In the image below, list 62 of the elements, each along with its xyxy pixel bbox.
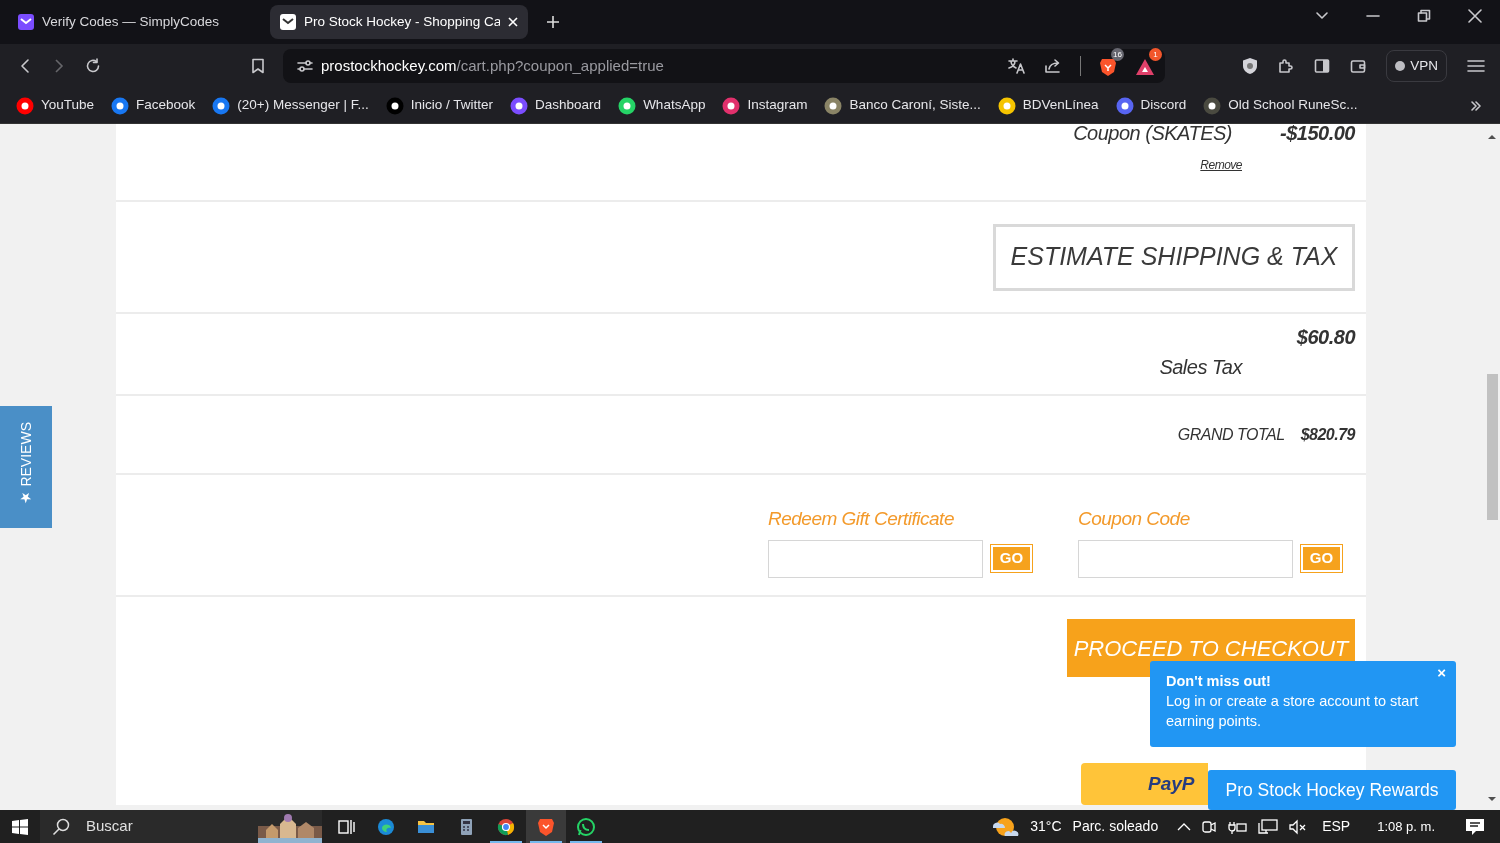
wallet-icon[interactable] <box>1350 58 1367 74</box>
bookmark[interactable]: WhatsApp <box>618 95 706 116</box>
bookmark[interactable]: BDVenLínea <box>997 95 1099 116</box>
bookmark[interactable]: Inicio / Twitter <box>385 95 494 116</box>
estimate-shipping-button[interactable]: ESTIMATE SHIPPING & TAX <box>993 223 1355 291</box>
vpn-button[interactable]: VPN <box>1386 50 1447 82</box>
text-field[interactable] <box>1078 539 1293 578</box>
shield-icon[interactable] <box>1242 57 1259 75</box>
search-icon <box>52 817 70 836</box>
count-badge: 16 <box>1111 48 1124 61</box>
field-label: Redeem Gift Certificate <box>768 507 955 531</box>
weather-text: Parc. soleado <box>1072 817 1159 836</box>
taskbar-button[interactable] <box>526 810 566 843</box>
sidebar-icon[interactable] <box>1314 58 1331 74</box>
reload-icon[interactable] <box>85 58 101 74</box>
grand-total-label: GRAND TOTAL <box>1177 424 1285 445</box>
language-text[interactable]: ESP <box>1322 816 1351 837</box>
bookmark[interactable]: Banco Caroní, Siste... <box>824 95 981 116</box>
bookmark-icon[interactable] <box>251 58 265 74</box>
chevrons-icon[interactable] <box>1470 99 1482 112</box>
tax-amount: $60.80 <box>1296 325 1355 350</box>
translate-icon[interactable] <box>1008 58 1026 74</box>
tax-label: Sales Tax <box>1159 355 1242 380</box>
chevron-up-icon[interactable] <box>1177 821 1192 832</box>
bookmark[interactable]: Instagram <box>722 95 808 116</box>
clock-text[interactable]: 1:08 p. m. <box>1377 816 1435 837</box>
bookmark[interactable]: Dashboard <box>510 95 602 116</box>
lion-shield-icon[interactable] <box>1099 56 1117 77</box>
paypal-button[interactable]: PayP <box>1081 763 1208 805</box>
speaker-muted-icon[interactable] <box>1289 818 1308 835</box>
search-field[interactable]: Buscar <box>40 810 322 843</box>
bookmark[interactable]: Discord <box>1115 95 1187 116</box>
browser-tab[interactable]: Verify Codes — SimplyCodes <box>8 5 266 39</box>
restore-icon[interactable] <box>1416 9 1431 23</box>
bookmark[interactable]: YouTube <box>16 95 95 116</box>
menu-icon[interactable] <box>1467 59 1485 73</box>
bookmark[interactable]: Old School RuneSc... <box>1203 95 1358 116</box>
url-text: prostockhockey.com/cart.php?coupon_applied=true <box>321 55 664 76</box>
bookmark[interactable]: (20+) Messenger | F... <box>212 95 369 116</box>
scrollbar-thumb[interactable] <box>1487 374 1498 520</box>
new-tab-icon[interactable] <box>546 15 560 29</box>
popup-message: Log in or create a store account to start earning points. <box>1166 692 1420 731</box>
address-bar[interactable]: prostockhockey.com/cart.php?coupon_applied=true 16 1 <box>283 49 1165 83</box>
windows-icon[interactable] <box>11 817 29 836</box>
puzzle-icon[interactable] <box>1278 58 1295 74</box>
close-icon[interactable] <box>1467 9 1482 23</box>
site-settings-icon[interactable] <box>297 59 313 73</box>
bookmark[interactable]: Facebook <box>111 95 196 116</box>
monitor-icon[interactable] <box>1258 818 1279 835</box>
field-label: Coupon Code <box>1078 507 1191 531</box>
count-badge: 1 <box>1149 48 1162 61</box>
status-dot-icon <box>1395 61 1406 71</box>
remove-link[interactable]: Remove <box>1200 156 1242 174</box>
share-icon[interactable] <box>1044 58 1062 74</box>
temperature-text: 31°C <box>1030 817 1062 836</box>
text-field[interactable] <box>768 539 983 578</box>
coupon-label: Coupon (SKATES) <box>1073 121 1233 146</box>
notification-icon[interactable] <box>1464 816 1486 837</box>
triangle-icon[interactable] <box>1135 57 1155 76</box>
grand-total-amount: $820.79 <box>1300 424 1355 445</box>
coupon-amount: -$150.00 <box>1280 121 1355 146</box>
chat-bubble-icon <box>576 815 596 838</box>
